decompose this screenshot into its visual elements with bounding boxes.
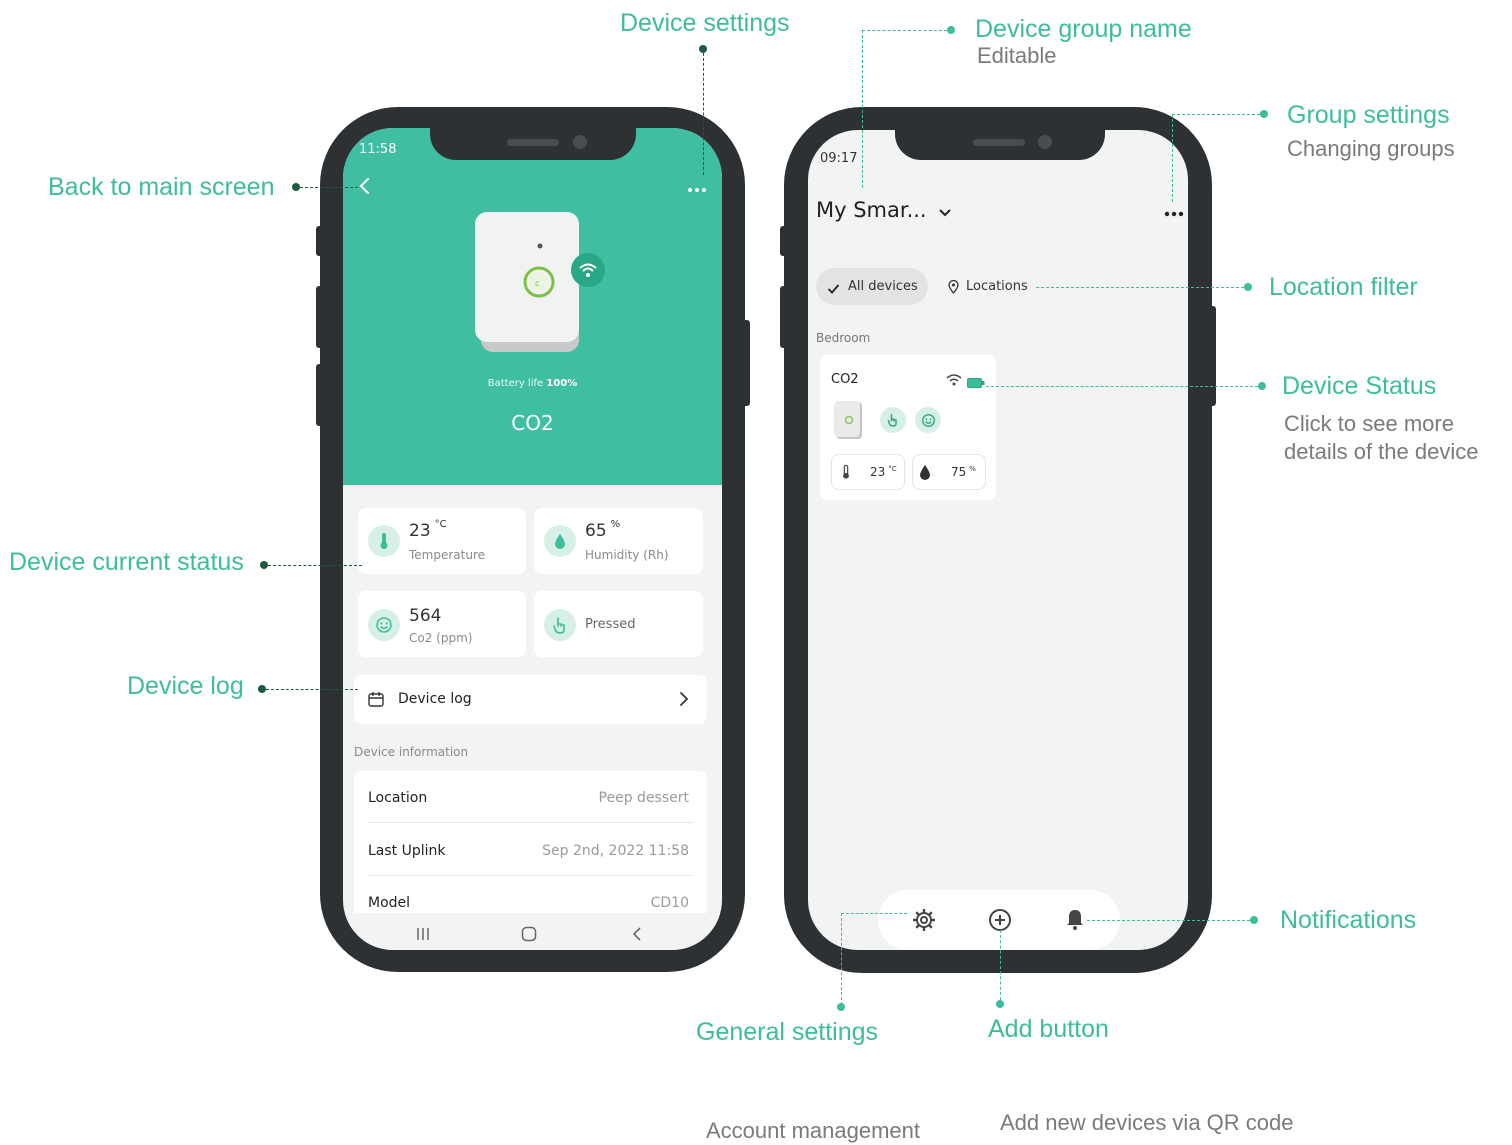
device-detail-screen: 11:58 c Battery life 100% CO2 23 °C Temp… [343, 128, 722, 950]
check-icon [827, 280, 840, 299]
chevron-down-icon [938, 203, 952, 222]
info-row-label: Model [368, 895, 411, 911]
annotation-back-to-main: Back to main screen [48, 173, 275, 201]
room-label: Bedroom [816, 331, 871, 345]
chevron-right-icon [678, 691, 690, 711]
annotation-group-settings: Group settings [1287, 101, 1450, 129]
co2-value: 564 [409, 606, 442, 626]
annotation-add-new-devices: Add new devices via QR code [1000, 1110, 1294, 1135]
battery-value: 100% [546, 378, 578, 389]
nav-back-icon[interactable] [631, 926, 643, 946]
device-header: 11:58 c Battery life 100% CO2 [343, 128, 722, 485]
annotation-general-settings: General settings [696, 1018, 879, 1046]
temperature-tile[interactable]: 23 °C Temperature [358, 508, 526, 574]
humidity-chip: 75% [912, 454, 986, 490]
info-row-value: Sep 2nd, 2022 11:58 [542, 843, 689, 859]
temp-chip: 23 °C [831, 454, 905, 490]
hand-press-icon [880, 407, 906, 433]
battery-icon [967, 373, 985, 392]
wifi-badge-icon [571, 253, 605, 287]
device-group-screen: 09:17 My Smar... All devices Locations B… [808, 130, 1188, 950]
water-drop-icon [544, 525, 576, 557]
temperature-label: Temperature [409, 548, 486, 562]
device-info-card: Location Peep dessert Last Uplink Sep 2n… [354, 771, 707, 921]
humidity-label: Humidity (Rh) [585, 548, 669, 562]
bottom-tab-bar [878, 890, 1120, 950]
filter-all-devices[interactable]: All devices [816, 268, 928, 305]
co2-tile[interactable]: 564 Co2 (ppm) [358, 591, 526, 657]
annotation-device-settings: Device settings [620, 9, 790, 37]
thermometer-icon [841, 464, 851, 484]
smiley-icon [915, 407, 941, 433]
device-card-name: CO2 [831, 372, 859, 387]
home-icon[interactable] [521, 926, 537, 946]
annotation-device-group-name-sub: Editable [977, 43, 1057, 68]
humidity-tile[interactable]: 65% Humidity (Rh) [534, 508, 703, 574]
android-nav-bar [343, 913, 722, 950]
recent-apps-icon[interactable] [415, 926, 431, 945]
button-state-tile[interactable]: Pressed [534, 591, 703, 657]
device-card[interactable]: CO2 23 °C 75% [820, 355, 996, 500]
annotation-device-status-sub2: details of the device [1284, 439, 1479, 464]
temperature-value: 23 °C [409, 519, 447, 541]
thermometer-icon [368, 525, 400, 557]
info-row-label: Location [368, 790, 428, 806]
device-info-header: Device information [354, 745, 469, 759]
status-time: 09:17 [820, 151, 858, 166]
group-settings-icon[interactable] [1163, 204, 1185, 223]
annotation-device-status: Device Status [1282, 372, 1437, 400]
device-image: c [473, 210, 583, 354]
status-time: 11:58 [359, 142, 397, 157]
info-row-value: Peep dessert [598, 790, 689, 806]
settings-gear-icon[interactable] [911, 907, 937, 937]
battery-label: Battery life [487, 378, 544, 389]
humidity-value: 75% [951, 465, 976, 479]
filter-locations-label: Locations [966, 279, 1028, 294]
co2-label: Co2 (ppm) [409, 631, 473, 645]
wifi-icon [946, 371, 962, 390]
battery-life: Battery life 100% [343, 378, 722, 389]
smiley-icon [368, 609, 400, 641]
device-thumbnail [833, 400, 863, 440]
hand-press-icon [544, 609, 576, 641]
button-state-label: Pressed [585, 617, 636, 632]
annotation-device-current-status: Device current status [9, 548, 244, 576]
info-row-value: CD10 [650, 895, 689, 911]
location-pin-icon [948, 279, 959, 298]
annotation-account-management: Account management [706, 1118, 921, 1143]
annotation-device-status-sub1: Click to see more [1284, 411, 1454, 436]
filter-locations[interactable]: Locations [943, 268, 1043, 305]
bell-icon[interactable] [1064, 907, 1086, 935]
annotation-location-filter: Location filter [1269, 273, 1418, 301]
device-log-row[interactable]: Device log [354, 675, 707, 724]
group-name: My Smar... [816, 198, 927, 222]
temp-value: 23 °C [870, 465, 897, 479]
annotation-device-group-name: Device group name [975, 15, 1192, 43]
divider [368, 875, 693, 876]
svg-text:c: c [535, 279, 539, 288]
filter-all-label: All devices [848, 279, 918, 294]
annotation-add-button: Add button [988, 1015, 1109, 1043]
divider [368, 822, 693, 823]
device-log-label: Device log [398, 691, 472, 707]
annotation-notifications: Notifications [1280, 906, 1417, 934]
info-row-label: Last Uplink [368, 843, 446, 859]
annotation-group-settings-sub: Changing groups [1287, 136, 1455, 161]
annotation-device-log: Device log [127, 672, 244, 700]
water-drop-icon [919, 464, 931, 484]
back-icon[interactable] [355, 176, 375, 196]
humidity-value: 65% [585, 519, 621, 541]
more-options-icon[interactable] [686, 180, 710, 192]
device-title: CO2 [511, 411, 554, 435]
calendar-icon [367, 691, 385, 712]
group-name-dropdown[interactable]: My Smar... [816, 198, 952, 222]
